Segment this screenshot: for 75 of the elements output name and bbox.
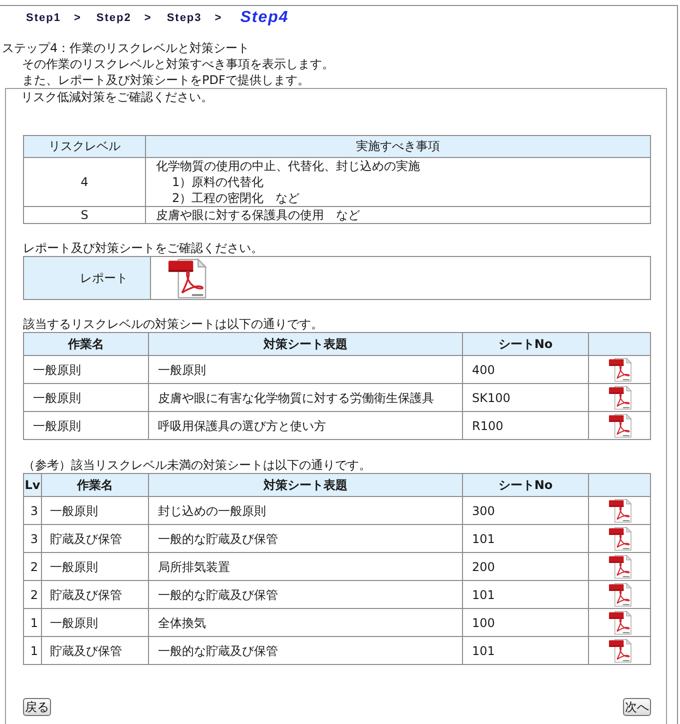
notice-text: リスク低減対策をご確認ください。 <box>21 89 214 105</box>
table-cell: 貯蔵及び保管 <box>42 580 148 608</box>
table-header-cell: シートNo <box>462 474 588 496</box>
table-cell: 一般的な貯蔵及び保管 <box>148 636 462 664</box>
table-header-cell: 対策シート表題 <box>148 332 462 356</box>
step-title: ステップ4：作業のリスクレベルと対策シート <box>2 40 251 56</box>
step-label: Step2 <box>96 12 132 24</box>
section-caption: 該当するリスクレベルの対策シートは以下の通りです。 <box>23 316 324 332</box>
table-cell: 一般原則 <box>42 552 148 580</box>
table-header-cell: Lv <box>24 474 42 496</box>
table-cell: 一般原則 <box>42 608 148 636</box>
measure-text: 皮膚や眼に対する保護具の使用 など <box>156 207 361 223</box>
table-cell: 2 <box>24 580 42 608</box>
pdf-file-icon[interactable] <box>608 610 632 635</box>
pdf-file-icon[interactable] <box>608 357 632 382</box>
step-label: Step4 <box>240 9 289 27</box>
pdf-file-icon[interactable] <box>608 582 632 607</box>
table-cell: 3 <box>24 496 42 524</box>
breadcrumb-separator: > <box>74 12 80 24</box>
table-header-cell: レポート <box>24 256 150 300</box>
measure-text: 化学物質の使用の中止、代替化、封じ込めの実施 <box>156 158 421 174</box>
table-cell: 400 <box>462 356 588 384</box>
table-cell: 101 <box>462 580 588 608</box>
table-cell: 101 <box>462 636 588 664</box>
next-button[interactable]: 次へ <box>623 698 651 716</box>
table-cell: 一般原則 <box>42 496 148 524</box>
back-button[interactable]: 戻る <box>23 698 51 716</box>
pdf-file-icon[interactable] <box>608 413 632 438</box>
description-text: また、レポート及び対策シートをPDFで提供します。 <box>21 72 310 88</box>
measure-sub-item: 1）原料の代替化 <box>171 174 265 190</box>
table-header-cell: シートNo <box>462 332 588 356</box>
table-cell: S <box>24 206 146 224</box>
step-label: Step3 <box>166 12 202 24</box>
table-header-cell: 対策シート表題 <box>148 474 462 496</box>
table-cell: 封じ込めの一般原則 <box>148 496 462 524</box>
table-cell: 3 <box>24 524 42 552</box>
table-cell: 呼吸用保護具の選び方と使い方 <box>148 412 462 440</box>
table-cell: 一般原則 <box>24 384 148 412</box>
pdf-file-icon[interactable] <box>608 526 632 551</box>
table-cell: 皮膚や眼に有害な化学物質に対する労働衛生保護具 <box>148 384 462 412</box>
table-cell: 1 <box>24 636 42 664</box>
table-cell: 300 <box>462 496 588 524</box>
table-header-cell: リスクレベル <box>24 136 146 158</box>
table-cell: 貯蔵及び保管 <box>42 524 148 552</box>
measure-sub-item: 2）工程の密閉化 など <box>171 190 301 206</box>
table-cell: 全体換気 <box>148 608 462 636</box>
table-cell: 一般原則 <box>24 356 148 384</box>
pdf-file-icon[interactable] <box>167 257 207 299</box>
breadcrumb-separator: > <box>144 12 151 24</box>
breadcrumb-separator: > <box>214 12 222 24</box>
table-header-cell: 作業名 <box>24 332 148 356</box>
table-cell: 一般的な貯蔵及び保管 <box>148 524 462 552</box>
section-caption: （参考）該当リスクレベル未満の対策シートは以下の通りです。 <box>23 457 372 473</box>
table-cell: R100 <box>462 412 588 440</box>
table-cell: 一般的な貯蔵及び保管 <box>148 580 462 608</box>
table-cell: 101 <box>462 524 588 552</box>
table-cell: 一般原則 <box>148 356 462 384</box>
table-cell: 100 <box>462 608 588 636</box>
pdf-file-icon[interactable] <box>608 554 632 579</box>
table-header-cell: 作業名 <box>42 474 148 496</box>
step-label: Step1 <box>26 12 61 24</box>
table-cell: 2 <box>24 552 42 580</box>
table-header-cell: 実施すべき事項 <box>146 136 650 158</box>
table-cell: SK100 <box>462 384 588 412</box>
pdf-file-icon[interactable] <box>608 498 632 523</box>
pdf-file-icon[interactable] <box>608 638 632 663</box>
pdf-file-icon[interactable] <box>608 385 632 410</box>
table-cell: 一般原則 <box>24 412 148 440</box>
description-text: その作業のリスクレベルと対策すべき事項を表示します。 <box>21 56 335 72</box>
table-cell: 200 <box>462 552 588 580</box>
table-cell: 局所排気装置 <box>148 552 462 580</box>
table-cell: 1 <box>24 608 42 636</box>
table-cell: 4 <box>24 158 146 206</box>
table-cell: 貯蔵及び保管 <box>42 636 148 664</box>
section-caption: レポート及び対策シートをご確認ください。 <box>23 240 264 256</box>
